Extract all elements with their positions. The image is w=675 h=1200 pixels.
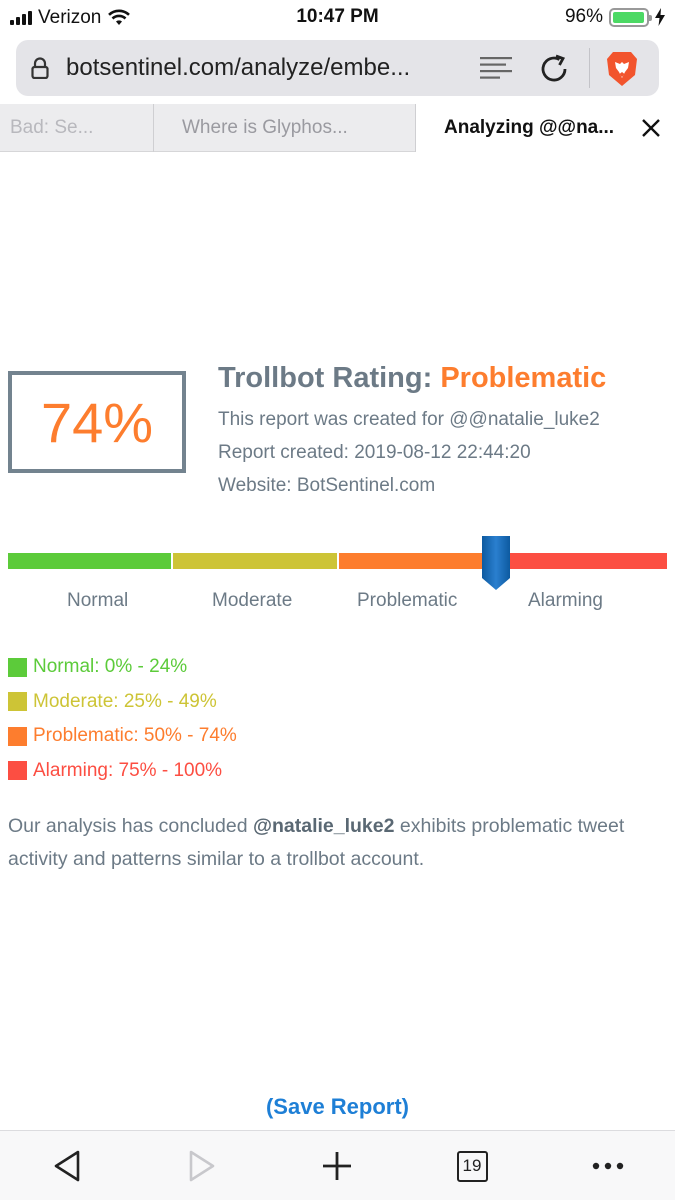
score-value: 74% bbox=[40, 390, 154, 454]
lock-icon bbox=[31, 57, 49, 79]
score-box: 74% bbox=[8, 371, 186, 473]
toolbar-divider bbox=[589, 48, 590, 88]
battery-fill bbox=[613, 11, 644, 23]
tab-strip: Bad: Se... Where is Glyphos... Analyzing… bbox=[0, 104, 675, 152]
legend-item-normal: Normal: 0% - 24% bbox=[8, 650, 237, 685]
report-created-for: This report was created for @@natalie_lu… bbox=[218, 409, 600, 430]
scale-marker-icon bbox=[481, 536, 510, 590]
forward-button[interactable] bbox=[182, 1146, 222, 1186]
legend-text: Problematic: 50% - 74% bbox=[33, 725, 237, 747]
save-report-link[interactable]: (Save Report) bbox=[0, 1094, 675, 1120]
url-text[interactable]: botsentinel.com/analyze/embe... bbox=[66, 54, 466, 82]
rating-title-prefix: Trollbot Rating: bbox=[218, 362, 433, 394]
report-website: Website: BotSentinel.com bbox=[218, 475, 436, 496]
tab-label: Where is Glyphos... bbox=[182, 117, 348, 138]
tab-label: Analyzing @@na... bbox=[444, 117, 615, 138]
legend-item-alarming: Alarming: 75% - 100% bbox=[8, 754, 237, 789]
bottom-toolbar: 19 bbox=[0, 1130, 675, 1200]
tab-count: 19 bbox=[462, 1156, 482, 1175]
legend-text: Normal: 0% - 24% bbox=[33, 656, 188, 678]
battery-percent: 96% bbox=[564, 6, 603, 27]
legend-swatch bbox=[8, 761, 27, 781]
scale-segment-normal bbox=[8, 553, 172, 569]
legend-swatch bbox=[8, 726, 27, 746]
analysis-conclusion: Our analysis has concluded @natalie_luke… bbox=[8, 810, 658, 876]
forward-arrow-icon bbox=[189, 1150, 215, 1182]
scale-label-moderate: Moderate bbox=[212, 590, 293, 611]
legend-swatch bbox=[8, 657, 27, 677]
charging-bolt-icon bbox=[655, 8, 665, 26]
tabs-button[interactable]: 19 bbox=[452, 1146, 492, 1186]
reader-mode-icon[interactable] bbox=[480, 56, 512, 80]
plus-icon bbox=[323, 1152, 351, 1180]
battery-icon bbox=[609, 7, 652, 27]
legend-swatch bbox=[8, 692, 27, 712]
scale-segment-moderate bbox=[173, 553, 337, 569]
tab-label: Bad: Se... bbox=[10, 117, 94, 138]
rating-value: Problematic bbox=[440, 362, 607, 394]
report-created-at: Report created: 2019-08-12 22:44:20 bbox=[218, 442, 531, 463]
back-button[interactable] bbox=[47, 1146, 87, 1186]
tab-count-icon: 19 bbox=[456, 1150, 488, 1182]
rating-title: Trollbot Rating: Problematic bbox=[218, 362, 606, 395]
status-right: 96% bbox=[565, 6, 665, 28]
tab-glyphosate[interactable]: Where is Glyphos... bbox=[154, 104, 416, 152]
address-bar[interactable]: botsentinel.com/analyze/embe... bbox=[16, 40, 659, 96]
scale-label-normal: Normal bbox=[67, 590, 129, 611]
close-tab-icon[interactable] bbox=[639, 116, 663, 140]
scale-segment-alarming bbox=[503, 553, 667, 569]
legend-text: Moderate: 25% - 49% bbox=[33, 690, 217, 712]
tab-bad[interactable]: Bad: Se... bbox=[0, 104, 154, 152]
back-arrow-icon bbox=[54, 1150, 80, 1182]
brave-lion-icon[interactable] bbox=[604, 50, 640, 88]
conclusion-handle: @natalie_luke2 bbox=[252, 815, 395, 837]
new-tab-button[interactable] bbox=[317, 1146, 357, 1186]
scale-label-alarming: Alarming bbox=[528, 590, 603, 611]
rating-scale-bar bbox=[8, 553, 667, 569]
tab-analyzing[interactable]: Analyzing @@na... bbox=[416, 104, 675, 152]
status-bar: Verizon 10:47 PM 96% bbox=[0, 0, 675, 36]
reload-icon[interactable] bbox=[538, 53, 570, 85]
legend-text: Alarming: 75% - 100% bbox=[33, 759, 223, 781]
more-dots-icon bbox=[592, 1162, 624, 1170]
legend: Normal: 0% - 24% Moderate: 25% - 49% Pro… bbox=[8, 650, 237, 788]
conclusion-before: Our analysis has concluded bbox=[8, 815, 253, 837]
scale-segment-problematic bbox=[338, 553, 502, 569]
legend-item-problematic: Problematic: 50% - 74% bbox=[8, 719, 237, 754]
scale-label-problematic: Problematic bbox=[357, 590, 458, 611]
legend-item-moderate: Moderate: 25% - 49% bbox=[8, 685, 237, 720]
more-menu-button[interactable] bbox=[588, 1146, 628, 1186]
